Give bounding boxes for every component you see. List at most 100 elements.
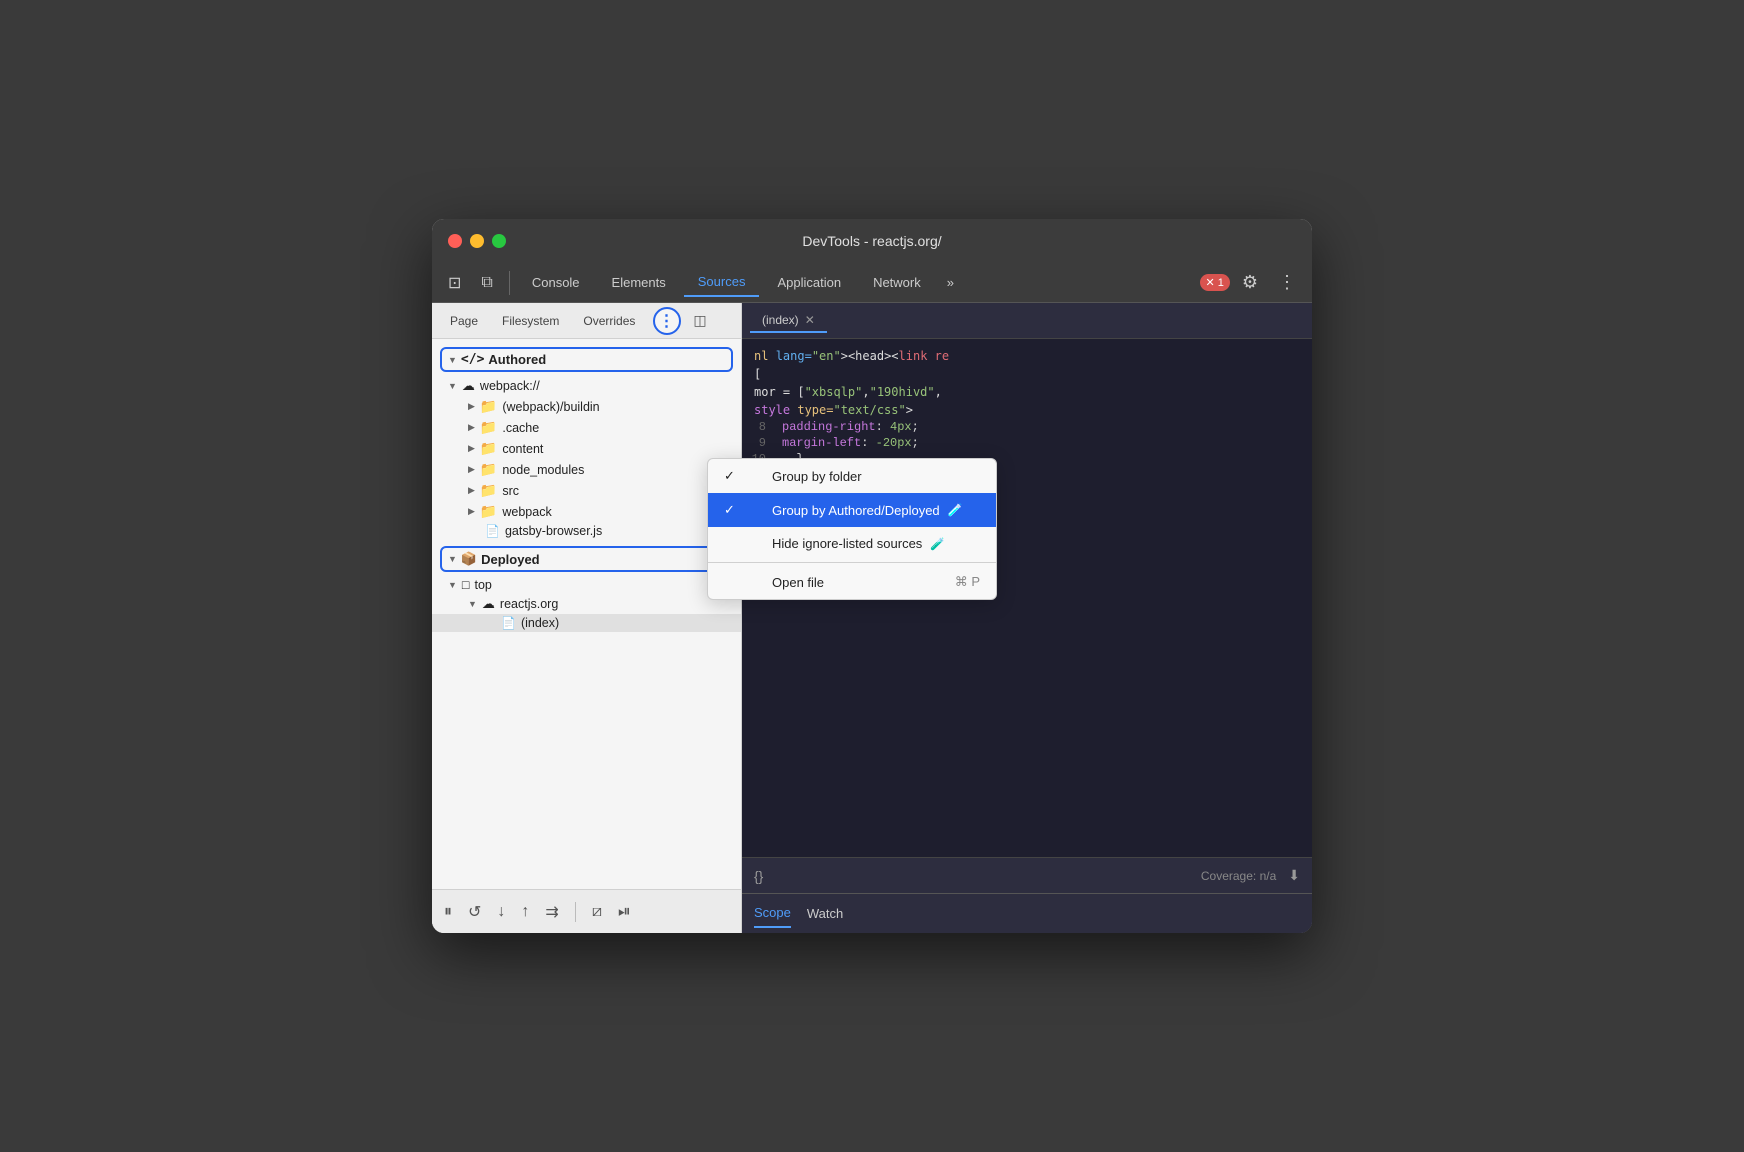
minimize-button[interactable]: [470, 234, 484, 248]
editor-tab-index[interactable]: (index) ✕: [750, 309, 827, 333]
step-out-button[interactable]: ↑: [521, 903, 529, 921]
webpack-buildin-item[interactable]: ▶ 📁 (webpack)/buildin: [432, 396, 741, 417]
webpack-folder-chevron: ▶: [468, 506, 475, 517]
cache-item[interactable]: ▶ 📁 .cache: [432, 417, 741, 438]
tab-sources[interactable]: Sources: [684, 268, 760, 297]
step-into-button[interactable]: ↓: [497, 903, 505, 921]
content-label: content: [502, 442, 543, 456]
traffic-lights: [448, 234, 506, 248]
cloud-icon-reactjs: ☁: [482, 596, 495, 612]
content-chevron: ▶: [468, 443, 475, 454]
code-comma2: ,: [935, 385, 942, 399]
node-modules-item[interactable]: ▶ 📁 node_modules: [432, 459, 741, 480]
scope-tab[interactable]: Scope: [754, 899, 791, 928]
format-icon[interactable]: {}: [754, 868, 763, 884]
download-icon[interactable]: ⬇: [1288, 867, 1300, 884]
reactjs-item[interactable]: ▼ ☁ reactjs.org: [432, 594, 741, 614]
code-comma: ,: [862, 385, 869, 399]
content-item[interactable]: ▶ 📁 content: [432, 438, 741, 459]
error-badge: ✕ 1: [1200, 274, 1230, 291]
checkmark-group-folder: ✓: [724, 468, 740, 484]
deployed-section-header[interactable]: ▼ 📦 Deployed: [440, 546, 733, 572]
sidebar-toggle-button[interactable]: ◫: [687, 308, 713, 334]
menu-label-hide-ignore: Hide ignore-listed sources: [772, 536, 922, 551]
pause-button[interactable]: ⏸: [444, 903, 452, 921]
authored-emoji: 🧪: [948, 503, 963, 517]
folder-icon-node-modules: 📁: [480, 461, 497, 478]
editor-tab-label: (index): [762, 313, 799, 327]
three-dots-menu-button[interactable]: ⋮: [653, 307, 681, 335]
code-line-8: 8 padding-right: 4px;: [742, 419, 1312, 435]
tab-console[interactable]: Console: [518, 269, 594, 296]
debug-divider: [575, 902, 576, 922]
webpack-folder-item[interactable]: ▶ 📁 webpack: [432, 501, 741, 522]
subtab-overrides[interactable]: Overrides: [573, 310, 645, 332]
editor-tab-close-icon[interactable]: ✕: [805, 313, 815, 327]
code-str-css: "text/css": [833, 403, 905, 417]
index-item[interactable]: 📄 (index): [432, 614, 741, 632]
kebab-icon[interactable]: ⋮: [1270, 268, 1304, 297]
reactjs-label: reactjs.org: [500, 597, 558, 611]
authored-chevron: ▼: [448, 355, 457, 365]
code-attr2: lang=: [776, 349, 812, 363]
hide-ignore-emoji: 🧪: [930, 537, 945, 551]
deployed-chevron: ▼: [448, 554, 457, 564]
main-layout: Page Filesystem Overrides » ⋮ ◫ ▼ </> Au…: [432, 303, 1312, 933]
cloud-icon: ☁: [462, 378, 475, 394]
folder-icon: 📁: [480, 398, 497, 415]
code-tag: ><head><: [841, 349, 899, 363]
checkmark-group-authored: ✓: [724, 502, 740, 518]
more-tabs-icon[interactable]: »: [939, 271, 962, 294]
menu-item-hide-ignore[interactable]: Hide ignore-listed sources 🧪: [708, 527, 996, 560]
device-icon[interactable]: ⧉: [473, 270, 500, 296]
folder-icon-src: 📁: [480, 482, 497, 499]
open-file-shortcut: ⌘ P: [955, 574, 980, 590]
authored-section-header[interactable]: ▼ </> Authored: [440, 347, 733, 372]
scope-watch-bar: Scope Watch: [742, 893, 1312, 933]
code-var: mor = [: [754, 385, 805, 399]
code-attr: nl: [754, 349, 776, 363]
deployed-cube-icon: 📦: [461, 551, 477, 567]
tab-network[interactable]: Network: [859, 269, 935, 296]
deactivate-button[interactable]: ⧄: [592, 903, 602, 921]
gear-icon[interactable]: ⚙: [1234, 268, 1266, 297]
code-kw-style: style: [754, 403, 797, 417]
debug-toolbar: ⏸ ↺ ↓ ↑ ⇉ ⧄ ⏯: [432, 889, 741, 933]
gatsby-browser-item[interactable]: 📄 gatsby-browser.js: [432, 522, 741, 540]
code-str2: "xbsqlp": [805, 385, 863, 399]
left-panel: Page Filesystem Overrides » ⋮ ◫ ▼ </> Au…: [432, 303, 742, 933]
subtab-page[interactable]: Page: [440, 310, 488, 332]
pause-exceptions-button[interactable]: ⏯: [618, 903, 631, 921]
coverage-text: Coverage: n/a: [1201, 869, 1276, 883]
dropdown-divider: [708, 562, 996, 563]
code-str3: "190hivd": [870, 385, 935, 399]
file-icon-gatsby: 📄: [485, 524, 500, 538]
watch-tab[interactable]: Watch: [807, 900, 843, 927]
menu-label-group-folder: Group by folder: [772, 469, 862, 484]
webpack-item[interactable]: ▼ ☁ webpack://: [432, 376, 741, 396]
top-label: top: [474, 578, 491, 592]
line-content-9: margin-left: -20px;: [782, 436, 1312, 450]
tab-application[interactable]: Application: [763, 269, 855, 296]
close-button[interactable]: [448, 234, 462, 248]
maximize-button[interactable]: [492, 234, 506, 248]
webpack-chevron: ▼: [448, 381, 457, 391]
folder-icon-content: 📁: [480, 440, 497, 457]
tab-elements[interactable]: Elements: [598, 269, 680, 296]
code-header-line3: mor = ["xbsqlp","190hivd",: [742, 383, 1312, 401]
inspect-icon[interactable]: ⊡: [440, 269, 469, 297]
index-label: (index): [521, 616, 559, 630]
step-back-button[interactable]: ↺: [468, 902, 481, 922]
menu-item-open-file[interactable]: Open file ⌘ P: [708, 565, 996, 599]
subtab-filesystem[interactable]: Filesystem: [492, 310, 569, 332]
step-over-button[interactable]: ⇉: [545, 902, 558, 922]
sub-tabs-bar: Page Filesystem Overrides » ⋮ ◫: [432, 303, 741, 339]
menu-item-group-by-folder[interactable]: ✓ Group by folder: [708, 459, 996, 493]
authored-code-icon: </>: [461, 352, 484, 367]
menu-item-group-by-authored[interactable]: ✓ Group by Authored/Deployed 🧪: [708, 493, 996, 527]
src-item[interactable]: ▶ 📁 src: [432, 480, 741, 501]
webpack-label: webpack://: [480, 379, 540, 393]
code-header-line2: [: [742, 365, 1312, 383]
top-item[interactable]: ▼ □ top: [432, 576, 741, 594]
top-toolbar: ⊡ ⧉ Console Elements Sources Application…: [432, 263, 1312, 303]
